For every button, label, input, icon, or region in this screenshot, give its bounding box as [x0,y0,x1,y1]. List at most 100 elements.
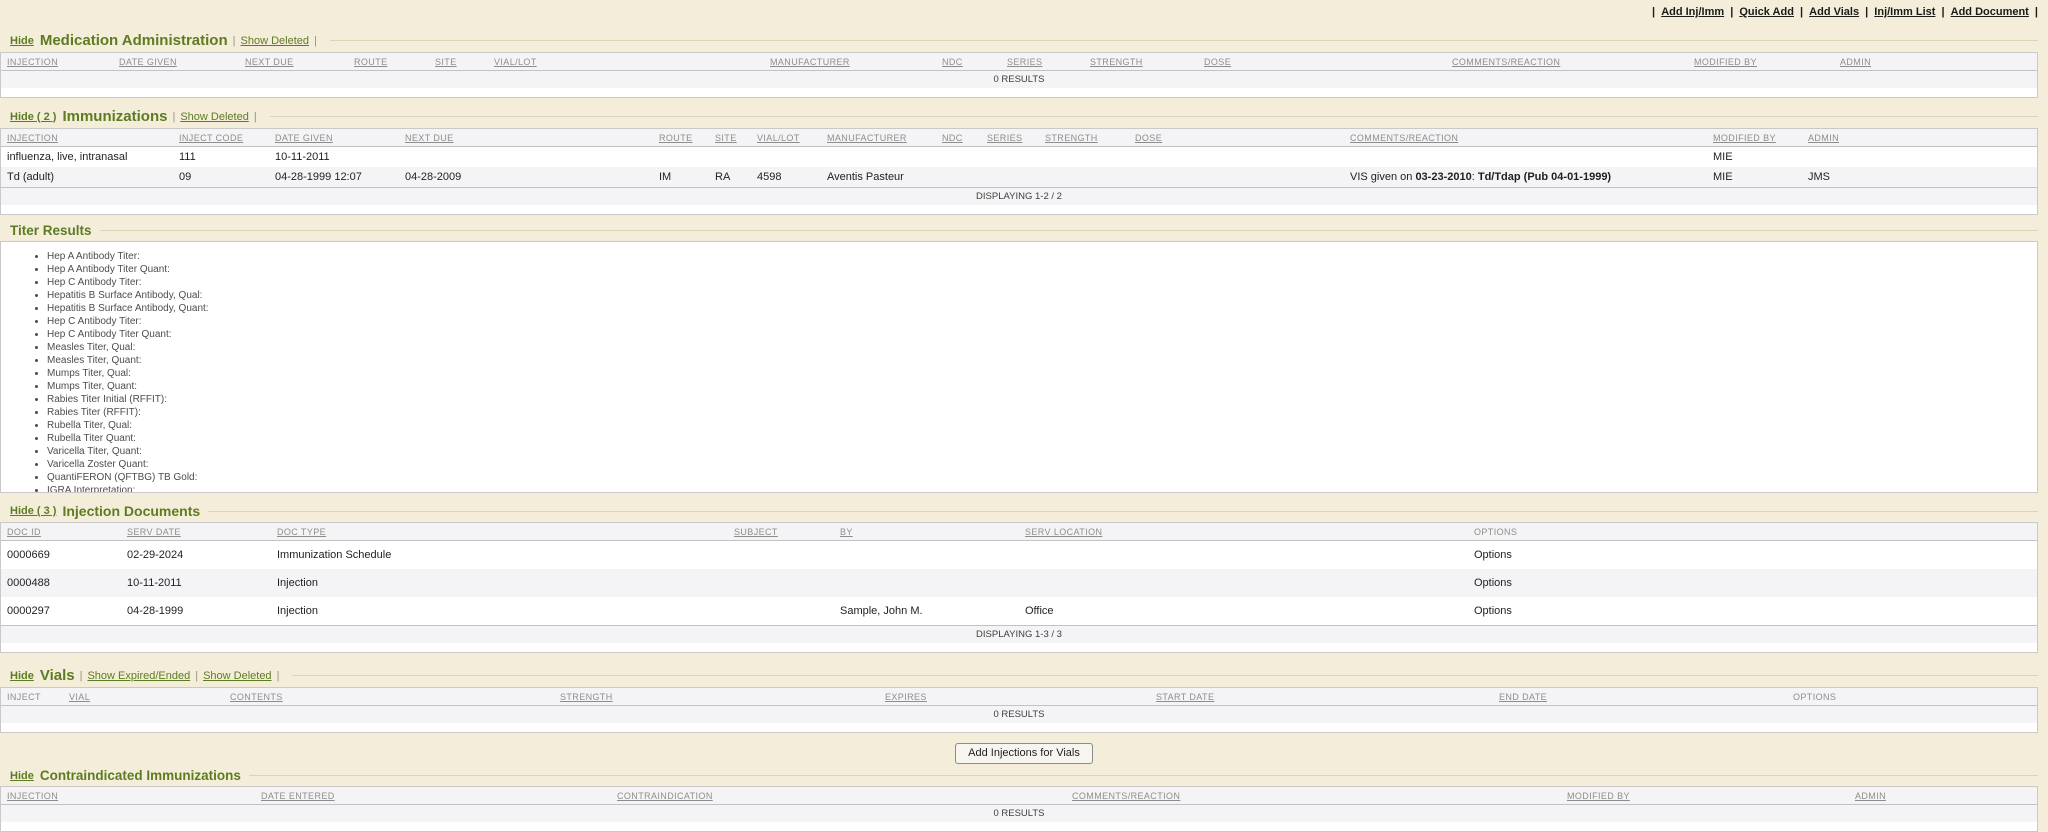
show-deleted-link[interactable]: Show Deleted [180,111,249,123]
column-header-injection[interactable]: INJECTION [1,129,173,147]
separator: | [277,670,280,682]
column-header-doc-id[interactable]: DOC ID [1,523,121,541]
show-deleted-link[interactable]: Show Deleted [203,670,272,682]
column-header-admin[interactable]: ADMIN [1849,787,2037,805]
column-header-modified-by[interactable]: MODIFIED BY [1707,129,1802,147]
column-header-serv-location[interactable]: SERV LOCATION [1019,523,1468,541]
quick-add-link[interactable]: Quick Add [1739,6,1794,18]
column-header-admin[interactable]: ADMIN [1802,129,2037,147]
options-menu-link[interactable]: Options [1474,577,1512,589]
separator: | [195,670,198,682]
column-header-modified-by[interactable]: MODIFIED BY [1688,53,1834,71]
column-header-injection[interactable]: INJECTION [1,787,255,805]
column-header-serv-date[interactable]: SERV DATE [121,523,271,541]
column-header-site[interactable]: SITE [429,53,488,71]
column-header-date-given[interactable]: DATE GIVEN [269,129,399,147]
column-header-comments-reaction[interactable]: COMMENTS/REACTION [1446,53,1688,71]
column-header-route[interactable]: ROUTE [653,129,709,147]
hide-vials-link[interactable]: Hide [10,670,34,682]
cell-doc-id: 0000669 [1,541,121,570]
results-count-row: 0 RESULTS [1,71,2037,89]
immunizations-table: INJECTION INJECT CODE DATE GIVEN NEXT DU… [1,129,2037,205]
column-header-comments-reaction[interactable]: COMMENTS/REACTION [1344,129,1707,147]
column-header-by[interactable]: BY [834,523,1019,541]
titer-item: Mumps Titer, Qual: [47,367,2037,380]
top-action-bar: | Add Inj/Imm | Quick Add | Add Vials | … [0,0,2048,20]
titer-results-list: Hep A Antibody Titer: Hep A Antibody Tit… [1,250,2037,493]
cell-admin: JMS [1802,167,2037,188]
cell-comments [1344,147,1707,168]
column-header-dose[interactable]: DOSE [1129,129,1344,147]
column-header-options: OPTIONS [1787,688,2037,706]
options-menu-link[interactable]: Options [1474,605,1512,617]
titer-item: Measles Titer, Quant: [47,354,2037,367]
cell-site [709,147,751,168]
add-document-link[interactable]: Add Document [1951,6,2029,18]
show-expired-ended-link[interactable]: Show Expired/Ended [87,670,190,682]
column-header-vial[interactable]: VIAL [63,688,224,706]
add-vials-link[interactable]: Add Vials [1809,6,1859,18]
column-header-manufacturer[interactable]: MANUFACTURER [821,129,936,147]
cell-dose [1129,147,1344,168]
inj-imm-list-link[interactable]: Inj/Imm List [1874,6,1935,18]
column-header-manufacturer[interactable]: MANUFACTURER [764,53,936,71]
vials-table-container: INJECT VIAL CONTENTS STRENGTH EXPIRES ST… [0,687,2038,733]
column-header-contraindication[interactable]: CONTRAINDICATION [611,787,1066,805]
cell-modified-by: MIE [1707,147,1802,168]
separator: | [1941,6,1944,18]
column-header-date-entered[interactable]: DATE ENTERED [255,787,611,805]
column-header-end-date[interactable]: END DATE [1493,688,1787,706]
hide-medication-administration-link[interactable]: Hide [10,35,34,47]
column-header-doc-type[interactable]: DOC TYPE [271,523,728,541]
hide-contraindicated-link[interactable]: Hide [10,770,34,782]
column-header-ndc[interactable]: NDC [936,53,1001,71]
immunizations-header: Hide ( 2 ) Immunizations | Show Deleted … [0,108,2048,126]
column-header-dose[interactable]: DOSE [1198,53,1446,71]
column-header-strength[interactable]: STRENGTH [554,688,879,706]
column-header-comments-reaction[interactable]: COMMENTS/REACTION [1066,787,1561,805]
column-header-modified-by[interactable]: MODIFIED BY [1561,787,1849,805]
column-header-next-due[interactable]: NEXT DUE [399,129,653,147]
column-header-strength[interactable]: STRENGTH [1039,129,1129,147]
cell-injection: Td (adult) [1,167,173,188]
column-header-route[interactable]: ROUTE [348,53,429,71]
column-header-vial-lot[interactable]: VIAL/LOT [488,53,764,71]
column-header-vial-lot[interactable]: VIAL/LOT [751,129,821,147]
column-header-date-given[interactable]: DATE GIVEN [113,53,239,71]
titer-item: Hep C Antibody Titer Quant: [47,328,2037,341]
cell-doc-id: 0000297 [1,597,121,626]
hide-immunizations-link[interactable]: Hide ( 2 ) [10,111,56,123]
medication-administration-header: Hide Medication Administration | Show De… [0,32,2048,50]
column-header-expires[interactable]: EXPIRES [879,688,1150,706]
column-header-series[interactable]: SERIES [1001,53,1084,71]
column-header-inject-code[interactable]: INJECT CODE [173,129,269,147]
column-header-contents[interactable]: CONTENTS [224,688,554,706]
column-header-next-due[interactable]: NEXT DUE [239,53,348,71]
separator: | [2035,6,2038,18]
add-inj-imm-link[interactable]: Add Inj/Imm [1661,6,1724,18]
section-divider-line [100,230,2038,231]
titer-item: Rabies Titer (RFFIT): [47,406,2037,419]
hide-injection-documents-link[interactable]: Hide ( 3 ) [10,505,56,517]
column-header-ndc[interactable]: NDC [936,129,981,147]
titer-item: Hep A Antibody Titer Quant: [47,263,2037,276]
titer-item: IGRA Interpretation: [47,484,2037,493]
column-header-site[interactable]: SITE [709,129,751,147]
column-header-admin[interactable]: ADMIN [1834,53,2037,71]
cell-route: IM [653,167,709,188]
column-header-strength[interactable]: STRENGTH [1084,53,1198,71]
contraindicated-immunizations-title: Contraindicated Immunizations [40,768,241,783]
add-injections-for-vials-button[interactable]: Add Injections for Vials [955,743,1093,764]
header-row: INJECTION DATE ENTERED CONTRAINDICATION … [1,787,2037,805]
header-row: DOC ID SERV DATE DOC TYPE SUBJECT BY SER… [1,523,2037,541]
column-header-subject[interactable]: SUBJECT [728,523,834,541]
cell-by: Sample, John M. [834,597,1019,626]
options-menu-link[interactable]: Options [1474,549,1512,561]
column-header-injection[interactable]: INJECTION [1,53,113,71]
column-header-start-date[interactable]: START DATE [1150,688,1493,706]
titer-item: Mumps Titer, Quant: [47,380,2037,393]
medication-administration-table: INJECTION DATE GIVEN NEXT DUE ROUTE SITE… [1,53,2037,88]
cell-doc-type: Injection [271,597,728,626]
column-header-series[interactable]: SERIES [981,129,1039,147]
show-deleted-link[interactable]: Show Deleted [241,35,310,47]
